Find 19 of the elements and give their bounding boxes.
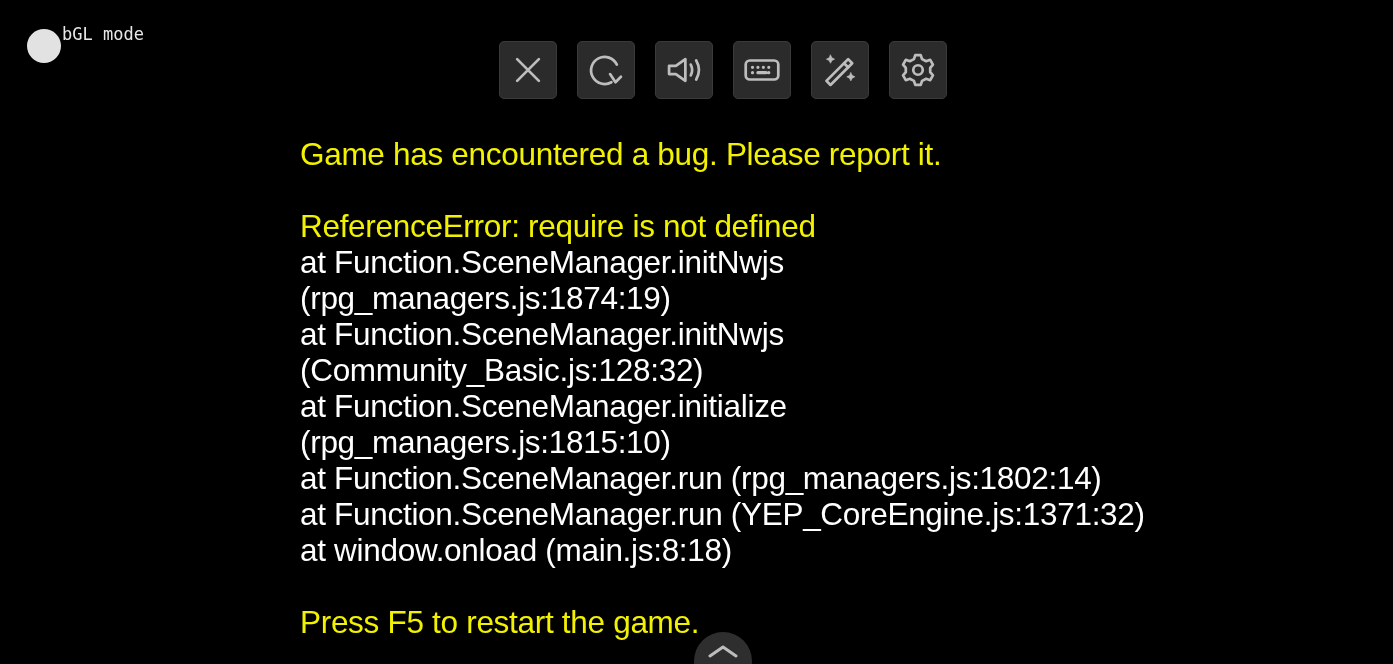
magic-button[interactable] <box>811 41 869 99</box>
touch-indicator <box>27 29 61 63</box>
sound-button[interactable] <box>655 41 713 99</box>
reload-button[interactable] <box>577 41 635 99</box>
stack-line: at Function.SceneManager.initialize (rpg_managers.js:1815:10) <box>300 388 788 460</box>
mode-label: bGL mode <box>62 24 144 44</box>
error-message: ReferenceError: require is not defined <box>300 208 817 244</box>
error-headline: Game has encountered a bug. Please report it. <box>300 136 943 172</box>
close-button[interactable] <box>499 41 557 99</box>
stack-line: at Function.SceneManager.run (YEP_CoreEngine.js:1371:32) <box>300 496 1146 532</box>
stack-line: at window.onload (main.js:8:18) <box>300 532 733 568</box>
stack-line: at Function.SceneManager.initNwjs (rpg_managers.js:1874:19) <box>300 244 785 316</box>
stack-line: at Function.SceneManager.initNwjs (Community_Basic.js:128:32) <box>300 316 785 388</box>
restart-hint: Press F5 to restart the game. <box>300 604 701 640</box>
settings-button[interactable] <box>889 41 947 99</box>
keyboard-button[interactable] <box>733 41 791 99</box>
caret-up-icon <box>707 644 739 658</box>
settings-icon <box>899 51 937 89</box>
stack-line: at Function.SceneManager.run (rpg_managers.js:1802:14) <box>300 460 1103 496</box>
